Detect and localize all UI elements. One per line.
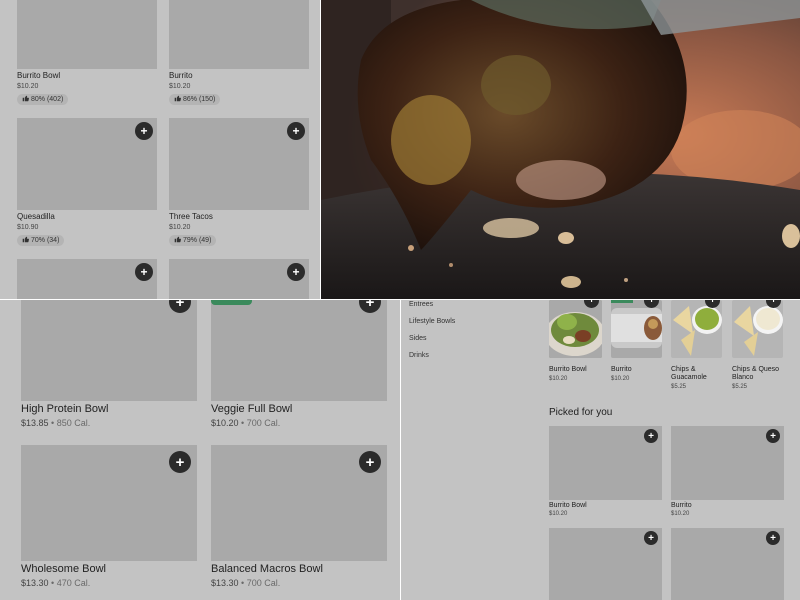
add-item-button[interactable]: + bbox=[644, 531, 658, 545]
featured-title[interactable]: Chips & Guacamole bbox=[671, 366, 723, 382]
rating-pill: 79% (49) bbox=[169, 235, 217, 246]
chips-queso-photo bbox=[732, 300, 783, 358]
item-title[interactable]: Balanced Macros Bowl bbox=[211, 563, 323, 575]
item-image[interactable] bbox=[169, 259, 309, 299]
item-price-calories: $13.85 • 850 Cal. bbox=[21, 418, 90, 428]
hero-food-video[interactable] bbox=[321, 0, 800, 299]
rating-pill: 80% (402) bbox=[17, 94, 69, 105]
add-item-button[interactable]: + bbox=[287, 122, 305, 140]
item-price: $10.20 bbox=[169, 224, 191, 231]
section-heading-picked-for-you: Picked for you bbox=[549, 407, 613, 418]
item-price: $10.20 bbox=[169, 83, 191, 90]
item-price: $10.90 bbox=[17, 224, 39, 231]
promo-badge bbox=[611, 300, 633, 303]
item-calories: 470 Cal. bbox=[56, 578, 91, 588]
item-price: $13.30 bbox=[211, 578, 239, 588]
featured-price: $10.20 bbox=[611, 376, 630, 382]
rating-text: 86% (150) bbox=[183, 96, 216, 103]
thumbs-up-icon bbox=[22, 95, 29, 102]
featured-image-chips-guacamole[interactable] bbox=[671, 300, 722, 358]
featured-image-burrito-bowl[interactable] bbox=[549, 300, 602, 358]
item-price: $10.20 bbox=[17, 83, 39, 90]
burrito-photo bbox=[611, 300, 662, 358]
separator-dot: • bbox=[241, 418, 245, 428]
separator-dot: • bbox=[51, 578, 55, 588]
grilled-meat-image bbox=[321, 0, 800, 299]
category-link-entrees[interactable]: Entrees bbox=[409, 301, 433, 308]
rating-pill: 70% (34) bbox=[17, 235, 65, 246]
category-link-drinks[interactable]: Drinks bbox=[409, 352, 429, 359]
featured-title[interactable]: Burrito Bowl bbox=[549, 366, 587, 373]
rating-text: 70% (34) bbox=[31, 237, 60, 244]
item-price-calories: $13.30 • 470 Cal. bbox=[21, 578, 90, 588]
item-title[interactable]: Burrito bbox=[169, 71, 193, 80]
item-price: $13.30 bbox=[21, 578, 49, 588]
add-item-button[interactable]: + bbox=[287, 263, 305, 281]
item-title[interactable]: Quesadilla bbox=[17, 212, 55, 221]
item-title[interactable]: Burrito Bowl bbox=[17, 71, 60, 80]
item-calories: 850 Cal. bbox=[56, 418, 91, 428]
bottom-right-menu-panel: Entrees Lifestyle Bowls Sides Drinks + B… bbox=[401, 300, 800, 600]
item-image[interactable] bbox=[17, 259, 157, 299]
item-image-burrito[interactable] bbox=[169, 0, 309, 69]
thumbs-up-icon bbox=[174, 236, 181, 243]
bottom-left-menu-panel: + High Protein Bowl $13.85 • 850 Cal. + … bbox=[0, 300, 400, 600]
chips-guacamole-photo bbox=[671, 300, 722, 358]
item-title[interactable]: High Protein Bowl bbox=[21, 403, 108, 415]
item-title[interactable]: Veggie Full Bowl bbox=[211, 403, 292, 415]
thumbs-up-icon bbox=[174, 95, 181, 102]
category-link-lifestyle-bowls[interactable]: Lifestyle Bowls bbox=[409, 318, 455, 325]
featured-title[interactable]: Chips & Queso Blanco bbox=[732, 366, 784, 382]
picked-price: $10.20 bbox=[549, 511, 568, 517]
item-price-calories: $10.20 • 700 Cal. bbox=[211, 418, 280, 428]
item-price: $13.85 bbox=[21, 418, 49, 428]
add-item-button[interactable]: + bbox=[766, 531, 780, 545]
picked-price: $10.20 bbox=[671, 511, 690, 517]
promo-badge bbox=[211, 300, 252, 305]
add-item-button[interactable]: + bbox=[135, 122, 153, 140]
rating-pill: 86% (150) bbox=[169, 94, 221, 105]
add-item-button[interactable]: + bbox=[135, 263, 153, 281]
add-item-button[interactable]: + bbox=[169, 451, 191, 473]
featured-image-chips-queso-blanco[interactable] bbox=[732, 300, 783, 358]
separator-dot: • bbox=[241, 578, 245, 588]
rating-text: 80% (402) bbox=[31, 96, 64, 103]
burrito-bowl-photo bbox=[549, 300, 602, 358]
featured-title[interactable]: Burrito bbox=[611, 366, 632, 373]
add-item-button[interactable]: + bbox=[766, 429, 780, 443]
item-image-veggie-full-bowl[interactable] bbox=[211, 300, 387, 401]
featured-price: $5.25 bbox=[732, 384, 748, 390]
item-title[interactable]: Wholesome Bowl bbox=[21, 563, 106, 575]
item-calories: 700 Cal. bbox=[246, 418, 281, 428]
add-item-button[interactable]: + bbox=[359, 451, 381, 473]
thumbs-up-icon bbox=[22, 236, 29, 243]
picked-title[interactable]: Burrito Bowl bbox=[549, 502, 587, 509]
add-item-button[interactable]: + bbox=[644, 429, 658, 443]
item-title[interactable]: Three Tacos bbox=[169, 212, 213, 221]
item-image-high-protein-bowl[interactable] bbox=[21, 300, 197, 401]
category-link-sides[interactable]: Sides bbox=[409, 335, 427, 342]
item-image-burrito-bowl[interactable] bbox=[17, 0, 157, 69]
item-calories: 700 Cal. bbox=[246, 578, 281, 588]
featured-image-burrito[interactable] bbox=[611, 300, 662, 358]
item-price-calories: $13.30 • 700 Cal. bbox=[211, 578, 280, 588]
featured-price: $10.20 bbox=[549, 376, 568, 382]
item-price: $10.20 bbox=[211, 418, 239, 428]
featured-price: $5.25 bbox=[671, 384, 687, 390]
rating-text: 79% (49) bbox=[183, 237, 212, 244]
picked-title[interactable]: Burrito bbox=[671, 502, 692, 509]
separator-dot: • bbox=[51, 418, 55, 428]
top-left-menu-panel: Burrito Bowl $10.20 80% (402) Burrito $1… bbox=[0, 0, 320, 299]
